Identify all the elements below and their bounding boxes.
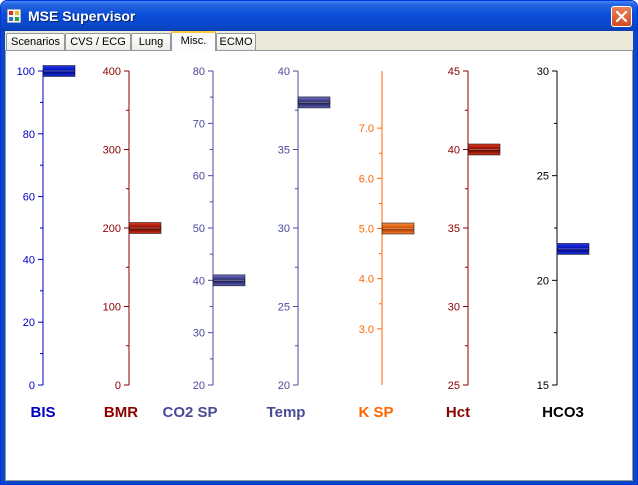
bis-tick-label-1: 20 <box>23 317 35 329</box>
gauge-area: 0 20 40 60 80 100 BIS 0 100 200 300 400 BMR 20 30 40 50 6… <box>17 65 590 421</box>
hco3-tick-label-1: 20 <box>537 275 549 287</box>
k-sp-tick-label-2: 5.0 <box>359 224 374 236</box>
temp-tick-label-1: 25 <box>278 302 290 314</box>
app-window: MSE Supervisor Scenarios CVS / ECG Lung … <box>0 0 638 485</box>
bmr-label: BMR <box>104 404 138 421</box>
k-sp-value-marker[interactable] <box>381 222 415 235</box>
bmr-tick-label-3: 300 <box>103 145 121 157</box>
co2-sp-label: CO2 SP <box>162 404 217 421</box>
hct-tick-label-4: 45 <box>448 66 460 78</box>
co2-sp-tick-label-5: 70 <box>193 118 205 130</box>
tab-cvs-ecg[interactable]: CVS / ECG <box>65 33 131 50</box>
temp-tick-label-2: 30 <box>278 223 290 235</box>
window-title: MSE Supervisor <box>28 8 136 24</box>
bis-tick-label-3: 60 <box>23 192 35 204</box>
hco3-tick-label-0: 15 <box>537 380 549 392</box>
temp-value-marker[interactable] <box>297 96 331 109</box>
hco3-tick-label-2: 25 <box>537 171 549 183</box>
bmr-tick-label-0: 0 <box>115 380 121 392</box>
bis-tick-label-2: 40 <box>23 254 35 266</box>
k-sp-tick-label-4: 7.0 <box>359 123 374 135</box>
window-border-right <box>633 31 637 484</box>
hct-label: Hct <box>446 404 470 421</box>
co2-sp-value-marker[interactable] <box>212 274 246 287</box>
k-sp-tick-label-0: 3.0 <box>359 324 374 336</box>
hct-value-marker[interactable] <box>467 143 501 156</box>
hct-tick-label-3: 40 <box>448 145 460 157</box>
co2-sp-tick-label-6: 80 <box>193 66 205 78</box>
temp-tick-label-3: 35 <box>278 145 290 157</box>
temp-label: Temp <box>267 404 306 421</box>
hco3-tick-label-3: 30 <box>537 66 549 78</box>
bmr-tick-label-1: 100 <box>103 302 121 314</box>
hct-tick-label-2: 35 <box>448 223 460 235</box>
title-bar[interactable]: MSE Supervisor <box>1 1 637 31</box>
bmr-tick-label-2: 200 <box>103 223 121 235</box>
bmr-tick-label-4: 400 <box>103 66 121 78</box>
tab-ecmo[interactable]: ECMO <box>216 33 256 50</box>
k-sp-tick-label-3: 6.0 <box>359 173 374 185</box>
co2-sp-tick-label-2: 40 <box>193 275 205 287</box>
co2-sp-tick-label-0: 20 <box>193 380 205 392</box>
k-sp-label: K SP <box>358 404 393 421</box>
tab-lung[interactable]: Lung <box>131 33 171 50</box>
tab-scenarios[interactable]: Scenarios <box>6 33 65 50</box>
tab-strip: Scenarios CVS / ECG Lung Misc. ECMO <box>5 31 633 51</box>
app-icon <box>7 9 21 23</box>
temp-tick-label-0: 20 <box>278 380 290 392</box>
close-button[interactable] <box>611 6 632 27</box>
close-icon <box>615 10 628 23</box>
bis-tick-label-5: 100 <box>17 66 35 78</box>
co2-sp-tick-label-3: 50 <box>193 223 205 235</box>
bis-value-marker[interactable] <box>42 65 76 77</box>
hco3-label: HCO3 <box>542 404 584 421</box>
bis-label: BIS <box>30 404 55 421</box>
hct-tick-label-1: 30 <box>448 302 460 314</box>
bmr-value-marker[interactable] <box>128 222 162 234</box>
misc-panel: 0 20 40 60 80 100 BIS 0 100 200 300 400 BMR 20 30 40 50 6… <box>5 50 633 481</box>
bis-tick-label-0: 0 <box>29 380 35 392</box>
hct-tick-label-0: 25 <box>448 380 460 392</box>
tab-misc[interactable]: Misc. <box>171 31 216 51</box>
co2-sp-tick-label-1: 30 <box>193 328 205 340</box>
co2-sp-tick-label-4: 60 <box>193 171 205 183</box>
bis-tick-label-4: 80 <box>23 129 35 141</box>
temp-tick-label-4: 40 <box>278 66 290 78</box>
k-sp-tick-label-1: 4.0 <box>359 274 374 286</box>
hco3-value-marker[interactable] <box>556 243 590 255</box>
